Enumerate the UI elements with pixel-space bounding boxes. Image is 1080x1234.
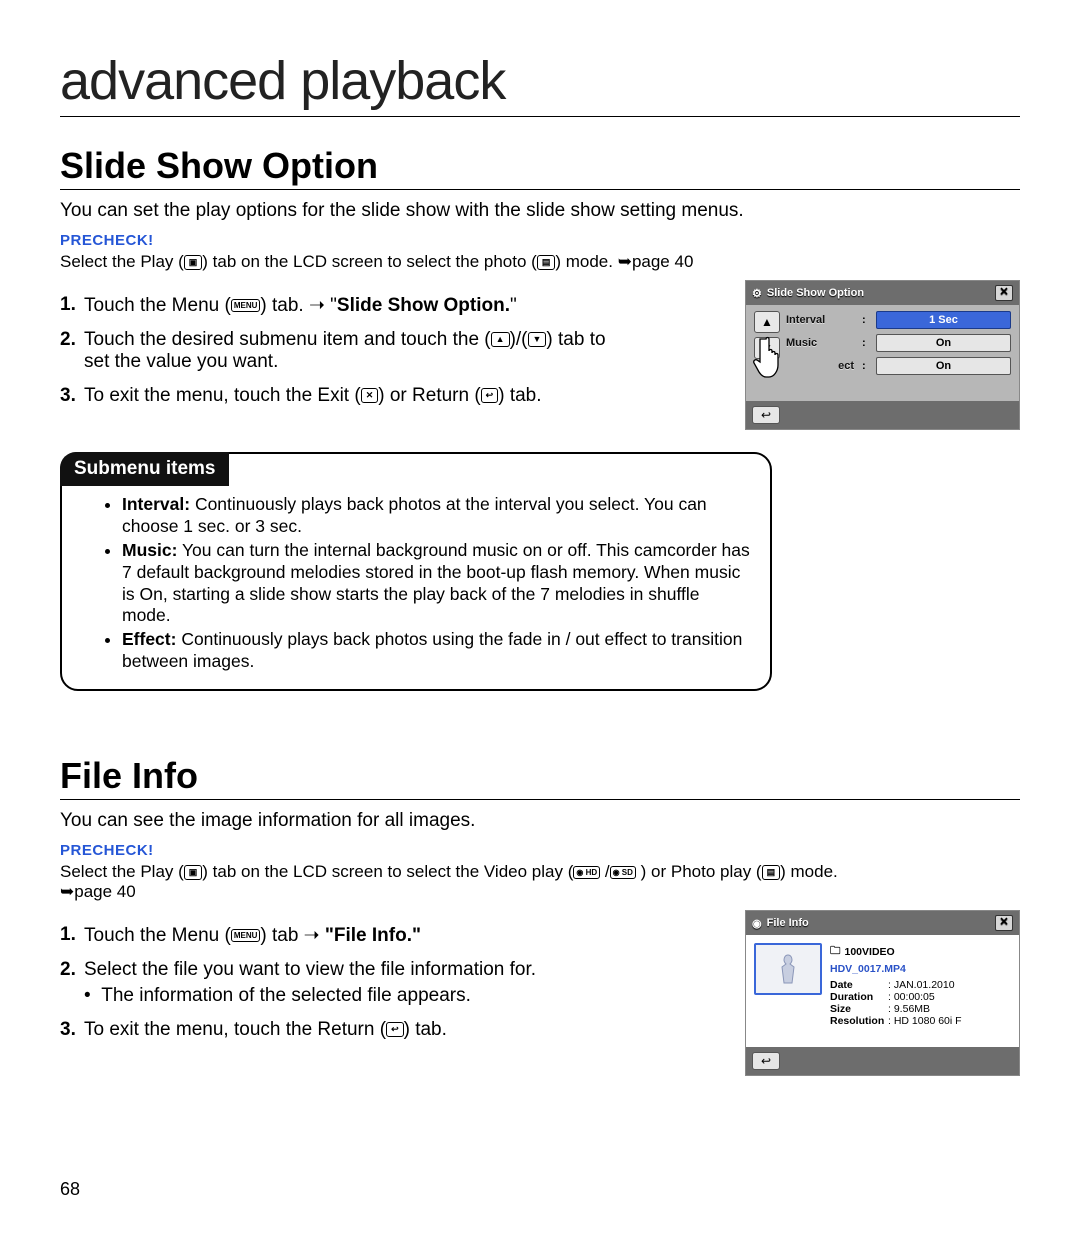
chapter-title: advanced playback [60,50,1020,117]
section-slideshow-heading: Slide Show Option [60,145,1020,190]
file-date: DateJAN.01.2010 [830,979,1011,991]
play-icon: ▣ [184,865,203,880]
submenu-items-box: Submenu items Interval: Continuously pla… [60,452,772,691]
submenu-title: Submenu items [60,452,229,486]
lcd-close-button[interactable]: ✕ [995,915,1013,931]
lcd-title: File Info [767,917,809,929]
precheck-text-1: Select the Play (▣) tab on the LCD scree… [60,252,1020,272]
submenu-effect: Effect: Continuously plays back photos u… [122,629,752,673]
return-icon: ↩ [481,388,499,403]
fileinfo-lead: You can see the image information for al… [60,810,1020,832]
submenu-interval: Interval: Continuously plays back photos… [122,494,752,538]
lcd-return-button[interactable]: ↩ [752,406,780,424]
close-icon: ✕ [361,388,379,403]
submenu-music: Music: You can turn the internal backgro… [122,540,752,628]
menu-icon: MENU [231,299,261,312]
down-icon: ▼ [528,332,547,347]
lcd-return-button[interactable]: ↩ [752,1052,780,1070]
section-fileinfo-heading: File Info [60,755,1020,800]
gear-icon: ⚙ [752,287,762,300]
lcd-close-button[interactable]: ✕ [995,285,1013,301]
slideshow-lead: You can set the play options for the sli… [60,200,1020,222]
photo-icon: ▤ [762,865,781,880]
lcd-option-row[interactable]: ect: On [786,357,1011,375]
precheck-text-2: Select the Play (▣) tab on the LCD scree… [60,862,1020,902]
lcd-up-button[interactable]: ▲ [754,311,780,333]
file-duration: Duration00:00:05 [830,991,1011,1003]
return-icon: ↩ [386,1022,404,1037]
slideshow-steps: 1. Touch the Menu (MENU) tab. ➝ "Slide S… [60,294,620,407]
file-resolution: ResolutionHD 1080 60i F [830,1015,1011,1027]
play-icon: ▣ [184,255,203,270]
precheck-label: PRECHECK! [60,232,154,249]
file-size: Size9.56MB [830,1003,1011,1015]
page-number: 68 [60,1179,80,1200]
file-thumbnail[interactable] [754,943,822,995]
precheck-label: PRECHECK! [60,842,154,859]
hand-pointer-icon [752,333,792,383]
file-folder: 🗀 100VIDEO [830,943,1011,961]
lcd-option-row[interactable]: Interval: 1 Sec [786,311,1011,329]
menu-icon: MENU [231,929,261,942]
up-icon: ▲ [491,332,510,347]
lcd-slideshow: ⚙ Slide Show Option ✕ ▲ ▼ Interval: 1 Se… [745,280,1020,430]
photo-icon: ▤ [537,255,556,270]
lcd-title: Slide Show Option [767,287,864,299]
play-circle-icon: ◉ [752,917,762,930]
folder-icon: 🗀 [830,943,841,961]
video-sd-icon: ◉ SD [610,866,636,879]
lcd-option-row[interactable]: Music: On [786,334,1011,352]
file-name: HDV_0017.MP4 [830,963,1011,975]
fileinfo-steps: 1. Touch the Menu (MENU) tab ➝ "File Inf… [60,924,620,1041]
lcd-fileinfo: ◉ File Info ✕ 🗀 100VIDEO HDV_0017.MP4 Da… [745,910,1020,1076]
video-hd-icon: ◉ HD [573,866,600,879]
